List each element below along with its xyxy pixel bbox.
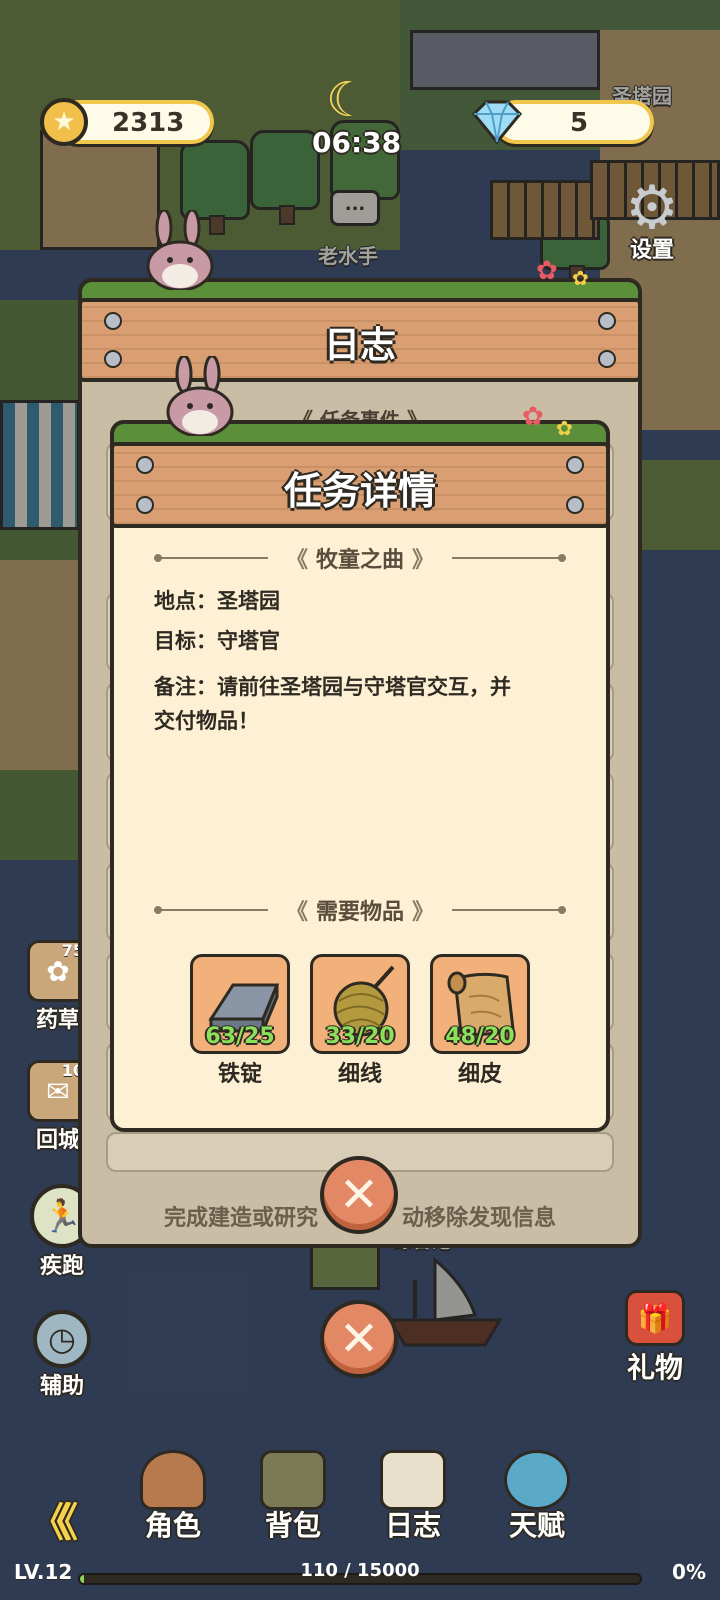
- items-heading-text: 需要物品: [316, 900, 405, 925]
- detail-title: 任务详情: [283, 469, 436, 513]
- nav-backpack[interactable]: 背包: [238, 1450, 348, 1544]
- nav-character-label: 角色: [144, 1509, 201, 1542]
- quest-location-row: 地点：圣塔园: [154, 584, 566, 618]
- xp-percent: 0%: [672, 1560, 706, 1584]
- bottom-nav: 角色 背包 日志 天赋: [0, 1450, 720, 1560]
- nav-journal[interactable]: 日志: [358, 1450, 468, 1544]
- moon-icon: ☾: [326, 72, 370, 128]
- location-label: 地点：: [154, 589, 217, 613]
- note-label: 备注：: [154, 675, 217, 699]
- quest-name: 牧童之曲: [316, 548, 405, 573]
- item-name: 铁锭: [217, 1062, 262, 1087]
- bunny-mascot-icon: [140, 208, 220, 292]
- note-line-1: 请前往圣塔园与守塔官交互，并: [217, 675, 511, 699]
- quest-target-row: 目标：守塔官: [154, 624, 566, 658]
- quest-note-row: 备注：请前往圣塔园与守塔官交互，并 交付物品！: [154, 670, 566, 738]
- required-items: 63/25 铁锭 33/20 细线 48/20 细皮: [190, 954, 530, 1087]
- bunny-mascot-icon: [160, 354, 240, 438]
- target-value: 守塔官: [217, 629, 280, 653]
- note-line-2: 交付物品！: [154, 709, 259, 733]
- item-name: 细皮: [457, 1062, 502, 1087]
- log-footer-right: 动移除发现信息: [402, 1206, 557, 1231]
- item-count: 63/25: [205, 1024, 275, 1049]
- quest-detail-panel: 任务详情 《牧童之曲》 地点：圣塔园 目标：守塔官 备注：请前往圣塔园与守塔官交…: [110, 420, 610, 1132]
- nav-talent-label: 天赋: [508, 1509, 565, 1542]
- nav-journal-label: 日志: [384, 1509, 441, 1542]
- backpack-icon: [260, 1450, 326, 1510]
- xp-row: LV.12 110 / 15000 0%: [0, 1558, 720, 1594]
- item-slot: 63/25: [190, 954, 290, 1054]
- flower-icon: ✿: [522, 402, 544, 432]
- sprint-label: 疾跑: [39, 1254, 84, 1279]
- log-footer-left: 完成建造或研究: [163, 1206, 318, 1231]
- stopwatch-icon: ◷: [33, 1310, 91, 1368]
- item-slot: 33/20: [310, 954, 410, 1054]
- gem-amount: 5: [570, 108, 589, 138]
- quest-name-heading: 《牧童之曲》: [144, 544, 576, 573]
- open-book-icon: [380, 1450, 446, 1510]
- detail-title-plank: 任务详情: [110, 442, 610, 528]
- character-icon: [140, 1450, 206, 1510]
- assist-button[interactable]: ◷ 辅助: [22, 1310, 102, 1400]
- item-slot: 48/20: [430, 954, 530, 1054]
- items-heading: 《需要物品》: [144, 896, 576, 925]
- settings-button[interactable]: ⚙ 设置: [612, 173, 692, 264]
- diamond-icon: [470, 98, 524, 146]
- coin-amount: 2313: [112, 108, 185, 138]
- flower-icon: ✿: [556, 416, 573, 440]
- close-log-button[interactable]: ✕: [320, 1300, 398, 1378]
- item-count: 48/20: [445, 1024, 515, 1049]
- required-item[interactable]: 63/25 铁锭: [190, 954, 290, 1088]
- xp-progress-text: 110 / 15000: [300, 1560, 420, 1581]
- nav-backpack-label: 背包: [264, 1509, 321, 1542]
- close-detail-button[interactable]: ✕: [320, 1156, 398, 1234]
- gift-button[interactable]: 🎁 礼物: [610, 1290, 700, 1386]
- target-label: 目标：: [154, 629, 217, 653]
- flower-icon: ✿: [572, 266, 589, 290]
- game-clock: 06:38: [312, 126, 402, 159]
- gear-icon: ⚙: [625, 173, 679, 243]
- required-item[interactable]: 48/20 细皮: [430, 954, 530, 1088]
- nav-talent[interactable]: 天赋: [482, 1450, 592, 1544]
- item-name: 细线: [337, 1062, 382, 1087]
- gift-label: 礼物: [626, 1351, 683, 1384]
- nav-character[interactable]: 角色: [118, 1450, 228, 1544]
- winged-gem-icon: [504, 1450, 570, 1510]
- assist-label: 辅助: [39, 1374, 84, 1399]
- item-count: 33/20: [325, 1024, 395, 1049]
- location-value: 圣塔园: [217, 589, 280, 613]
- required-item[interactable]: 33/20 细线: [310, 954, 410, 1088]
- gift-box-icon: 🎁: [625, 1290, 685, 1346]
- flower-icon: ✿: [536, 256, 558, 286]
- star-coin-icon: ★: [40, 98, 88, 146]
- settings-label: 设置: [629, 238, 674, 263]
